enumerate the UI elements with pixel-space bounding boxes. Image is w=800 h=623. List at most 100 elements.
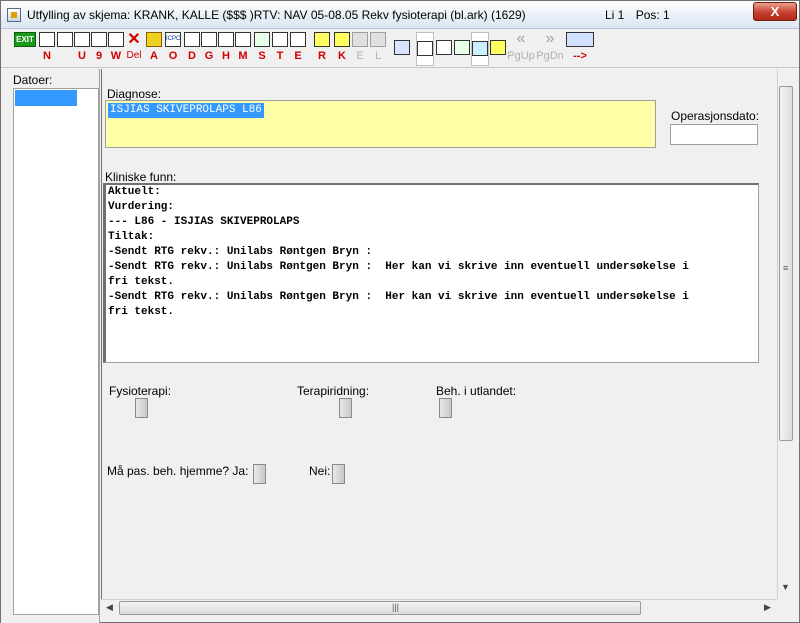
folder-k-icon (334, 32, 350, 47)
findings-line: -Sendt RTG rekv.: Unilabs Røntgen Bryn :… (108, 261, 689, 273)
findings-line: Tiltak: (108, 231, 155, 243)
opdate-field[interactable] (670, 124, 758, 145)
table-print-icon (436, 40, 452, 55)
printer-button[interactable]: U (74, 32, 90, 66)
insert-button[interactable]: H (217, 32, 235, 66)
transfer-button[interactable] (489, 32, 507, 66)
horizontal-scroll-thumb[interactable]: ||| (119, 601, 641, 615)
findings-line: Vurdering: (108, 201, 175, 213)
page-down-button[interactable]: » PgDn (535, 32, 565, 66)
page-down-icon: » (545, 32, 555, 47)
form-button[interactable]: E (289, 32, 307, 66)
abroad-label: Beh. i utlandet: (436, 384, 517, 398)
scroll-corner (777, 599, 794, 616)
scroll-down-icon[interactable]: ▼ (781, 582, 790, 592)
home-yes-checkbox[interactable] (253, 464, 266, 484)
table-icon (417, 41, 433, 56)
findings-line: -Sendt RTG rekv.: Unilabs Røntgen Bryn : (108, 246, 373, 258)
document-edit-button[interactable]: W (108, 32, 124, 66)
new-document-icon (39, 32, 55, 47)
walk-cyan-icon (472, 41, 488, 56)
vertical-scrollbar[interactable]: ≡ ▼ (777, 69, 794, 599)
walk-cyan-button[interactable] (471, 32, 489, 66)
grip-icon: ||| (392, 602, 400, 612)
new-button[interactable]: N (39, 32, 55, 66)
folder-r-button[interactable]: R (312, 32, 332, 66)
findings-textarea[interactable]: Aktuelt: Vurdering: --- L86 - ISJIAS SKI… (103, 183, 759, 363)
print-button[interactable] (57, 32, 73, 66)
diagnosis-label: Diagnose: (107, 87, 162, 101)
home-no-checkbox[interactable] (332, 464, 345, 484)
findings-label: Kliniske funn: (105, 170, 177, 184)
test-tube-icon (254, 32, 270, 47)
table-print-button[interactable] (435, 32, 453, 66)
opdate-label: Operasjonsdato: (671, 109, 760, 123)
printer-preview-icon (91, 32, 107, 47)
diagnosis-value: ISJIAS SKIVEPROLAPS L86 (108, 103, 264, 118)
copy-button[interactable]: G (200, 32, 218, 66)
folder-l-button[interactable]: L (368, 32, 388, 66)
icpc-button[interactable]: ICPC O (164, 32, 182, 66)
copy-icon (201, 32, 217, 47)
delete-button[interactable]: ✕ Del (125, 32, 143, 66)
walk-icon (454, 40, 470, 55)
folder-k-button[interactable]: K (332, 32, 352, 66)
walk-button[interactable] (453, 32, 471, 66)
vertical-scroll-thumb[interactable]: ≡ (779, 86, 793, 441)
date-list-item-selected[interactable] (15, 90, 77, 106)
page-up-button[interactable]: « PgUp (506, 32, 536, 66)
edit-pencil-button[interactable]: T (271, 32, 289, 66)
window-icon (394, 40, 410, 55)
diagnosis-field[interactable]: ISJIAS SKIVEPROLAPS L86 (105, 100, 656, 148)
title-bar: Utfylling av skjema: KRANK, KALLE ($$$ )… (1, 1, 799, 29)
columns-button[interactable]: --> (565, 32, 595, 66)
physio-checkbox[interactable] (135, 398, 148, 418)
check-list-button[interactable]: M (234, 32, 252, 66)
cursor-status: Li 1 Pos: 1 (605, 8, 678, 22)
dates-pane: Datoer: (1, 69, 100, 623)
app-icon (7, 8, 21, 22)
printer-icon (74, 32, 90, 47)
findings-line: fri tekst. (108, 306, 175, 318)
page-up-icon: « (516, 32, 526, 47)
folder-l-icon (370, 32, 386, 47)
form-window: Utfylling av skjema: KRANK, KALLE ($$$ )… (0, 0, 800, 623)
form-icon (290, 32, 306, 47)
findings-line: fri tekst. (108, 276, 175, 288)
findings-line: Aktuelt: (108, 186, 161, 198)
scroll-right-icon[interactable]: ▶ (764, 602, 771, 613)
test-tube-button[interactable]: S (253, 32, 271, 66)
folder-e-icon (352, 32, 368, 47)
printer-preview-button[interactable]: 9 (91, 32, 107, 66)
horizontal-scrollbar[interactable]: ◀ ||| ▶ (101, 599, 777, 616)
home-no-label: Nei: (309, 464, 331, 478)
physio-label: Fysioterapi: (109, 384, 172, 398)
window-button[interactable] (393, 32, 411, 66)
folder-e-button[interactable]: E (350, 32, 370, 66)
insert-icon (218, 32, 234, 47)
calculator-button[interactable]: D (183, 32, 201, 66)
home-treatment-label: Må pas. beh. hjemme? Ja: (107, 464, 249, 478)
envelope-icon (146, 32, 162, 47)
close-button[interactable]: X (753, 2, 797, 21)
riding-checkbox[interactable] (339, 398, 352, 418)
columns-icon (566, 32, 594, 47)
envelope-button[interactable]: A (145, 32, 163, 66)
calculator-icon (184, 32, 200, 47)
grip-icon: ≡ (783, 263, 789, 273)
findings-line: -Sendt RTG rekv.: Unilabs Røntgen Bryn :… (108, 291, 689, 303)
dates-list[interactable] (13, 88, 99, 615)
line-indicator: Li 1 (605, 8, 625, 22)
document-edit-icon (108, 32, 124, 47)
exit-button[interactable]: EXIT (13, 32, 37, 66)
riding-label: Terapiridning: (297, 384, 370, 398)
table-button[interactable] (416, 32, 434, 66)
check-list-icon (235, 32, 251, 47)
dates-label: Datoer: (13, 73, 53, 87)
transfer-icon (490, 40, 506, 55)
edit-pencil-icon (272, 32, 288, 47)
exit-icon: EXIT (14, 32, 36, 47)
abroad-checkbox[interactable] (439, 398, 452, 418)
scroll-left-icon[interactable]: ◀ (106, 602, 113, 613)
print-icon (57, 32, 73, 47)
